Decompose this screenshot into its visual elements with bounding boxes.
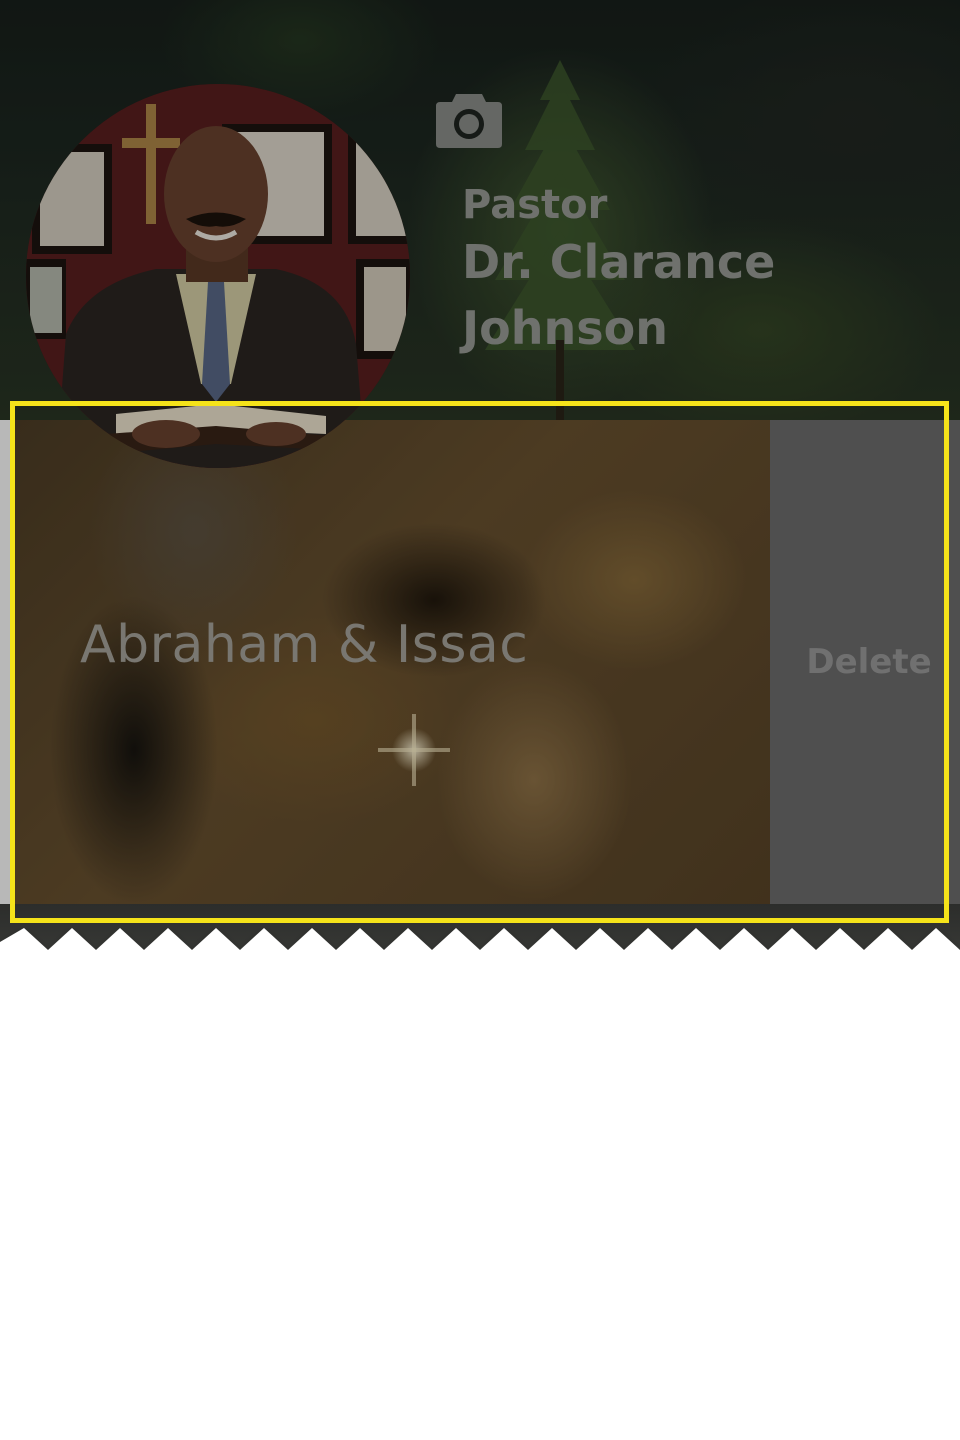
sermon-title: Abraham & Issac: [80, 615, 529, 675]
profile-screen: Pastor Dr. Clarance Johnson Abraham & Is…: [0, 0, 960, 1440]
change-photo-button[interactable]: [434, 88, 504, 150]
light-glint: [378, 714, 450, 786]
pastor-title-line2: Dr. Clarance: [462, 235, 776, 289]
avatar[interactable]: [26, 84, 410, 468]
pastor-title-line1: Pastor: [462, 182, 608, 228]
pastor-name: Pastor Dr. Clarance Johnson: [462, 185, 775, 351]
delete-button[interactable]: Delete: [770, 420, 960, 904]
camera-icon: [436, 94, 502, 148]
sermon-cell[interactable]: Abraham & Issac: [14, 420, 770, 904]
pastor-photo: [26, 84, 410, 468]
torn-edge: [0, 928, 960, 968]
sermon-row[interactable]: Abraham & Issac Delete: [14, 420, 960, 904]
pastor-title-line3: Johnson: [462, 301, 668, 355]
delete-label: Delete: [806, 642, 932, 682]
